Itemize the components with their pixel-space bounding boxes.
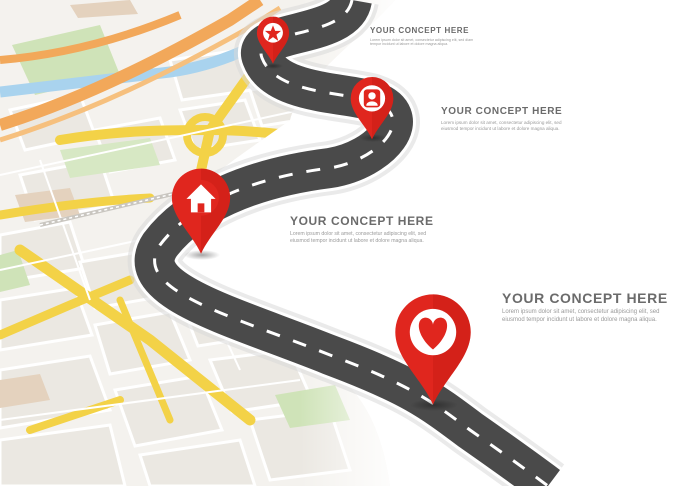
concept-block-1: YOUR CONCEPT HERE Lorem ipsum dolor sit … [370,26,480,47]
concept-block-2: YOUR CONCEPT HERE Lorem ipsum dolor sit … [441,106,567,131]
concept-body: Lorem ipsum dolor sit amet, consectetur … [502,309,660,323]
concept-body: Lorem ipsum dolor sit amet, consectetur … [441,120,562,131]
concept-title: YOUR CONCEPT HERE [502,290,668,306]
concept-block-3: YOUR CONCEPT HERE Lorem ipsum dolor sit … [290,214,440,244]
concept-title: YOUR CONCEPT HERE [441,106,563,117]
concept-title: YOUR CONCEPT HERE [290,214,434,228]
concept-body: Lorem ipsum dolor sit amet, consectetur … [370,38,474,47]
person-icon [363,89,381,108]
concept-title: YOUR CONCEPT HERE [370,26,470,35]
infographic-canvas: YOUR CONCEPT HERE Lorem ipsum dolor sit … [0,0,676,486]
concept-block-4: YOUR CONCEPT HERE Lorem ipsum dolor sit … [502,290,674,324]
concept-body: Lorem ipsum dolor sit amet, consectetur … [290,231,427,244]
